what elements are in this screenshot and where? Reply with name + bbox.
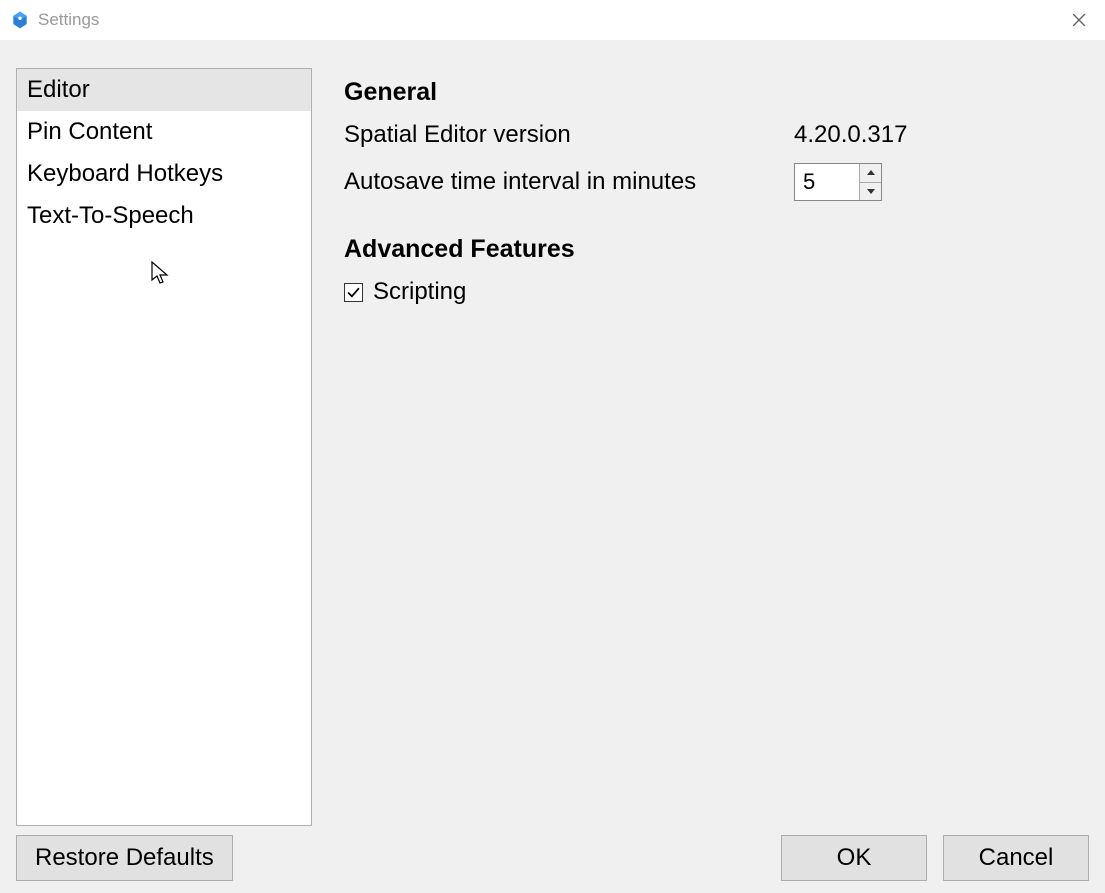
scripting-checkbox[interactable] — [344, 283, 363, 302]
titlebar: Settings — [0, 0, 1105, 40]
sidebar-item-keyboard-hotkeys[interactable]: Keyboard Hotkeys — [17, 153, 311, 195]
sidebar-item-label: Pin Content — [27, 118, 152, 145]
dialog-footer: Restore Defaults OK Cancel — [16, 835, 1089, 881]
settings-category-list: Editor Pin Content Keyboard Hotkeys Text… — [16, 68, 312, 826]
sidebar-item-label: Text-To-Speech — [27, 202, 194, 229]
settings-content: General Spatial Editor version 4.20.0.31… — [344, 78, 1085, 306]
ok-button[interactable]: OK — [781, 835, 927, 881]
sidebar-item-label: Editor — [27, 76, 90, 103]
row-scripting: Scripting — [344, 278, 1085, 306]
scripting-label: Scripting — [373, 278, 466, 306]
autosave-step-down[interactable] — [860, 183, 881, 201]
sidebar-item-editor[interactable]: Editor — [17, 69, 311, 111]
client-area: Editor Pin Content Keyboard Hotkeys Text… — [0, 40, 1105, 893]
sidebar-item-pin-content[interactable]: Pin Content — [17, 111, 311, 153]
window-title: Settings — [38, 10, 99, 30]
restore-defaults-button[interactable]: Restore Defaults — [16, 835, 233, 881]
sidebar-item-text-to-speech[interactable]: Text-To-Speech — [17, 195, 311, 237]
section-title-general: General — [344, 78, 1085, 107]
sidebar-item-label: Keyboard Hotkeys — [27, 160, 223, 187]
version-label: Spatial Editor version — [344, 121, 794, 149]
autosave-spinner — [794, 163, 882, 201]
close-button[interactable] — [1067, 8, 1091, 32]
section-title-advanced: Advanced Features — [344, 235, 1085, 264]
autosave-step-up[interactable] — [860, 164, 881, 183]
cancel-button[interactable]: Cancel — [943, 835, 1089, 881]
autosave-label: Autosave time interval in minutes — [344, 168, 794, 196]
version-value: 4.20.0.317 — [794, 121, 907, 149]
autosave-input[interactable] — [795, 164, 859, 200]
row-autosave: Autosave time interval in minutes — [344, 163, 1085, 201]
row-version: Spatial Editor version 4.20.0.317 — [344, 121, 1085, 149]
app-icon — [10, 10, 30, 30]
